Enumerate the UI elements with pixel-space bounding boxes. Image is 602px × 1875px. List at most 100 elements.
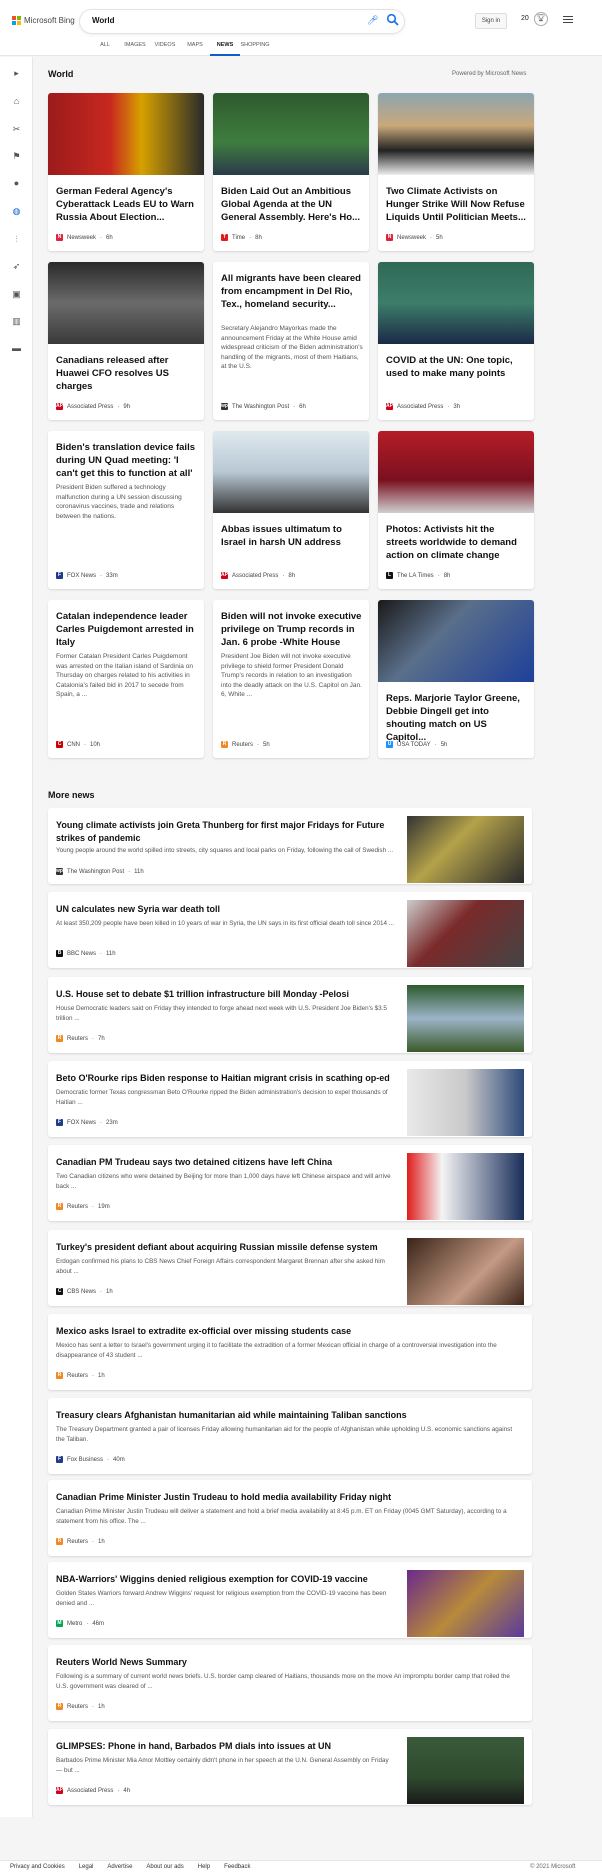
news-card-title[interactable]: Biden's translation device fails during … bbox=[56, 441, 198, 480]
news-card[interactable]: All migrants have been cleared from enca… bbox=[213, 262, 369, 420]
news-card-title[interactable]: Canadians released after Huawei CFO reso… bbox=[56, 354, 198, 393]
news-row-source[interactable]: F Fox Business · 40m bbox=[56, 1456, 125, 1463]
news-row-source[interactable]: R Reuters · 19m bbox=[56, 1203, 110, 1210]
news-row[interactable]: UN calculates new Syria war death toll At… bbox=[48, 892, 532, 968]
news-row-title[interactable]: Beto O'Rourke rips Biden response to Hai… bbox=[56, 1072, 396, 1085]
news-card-title[interactable]: Catalan independence leader Carles Puigd… bbox=[56, 610, 198, 649]
news-card-image[interactable] bbox=[48, 93, 204, 175]
news-row[interactable]: Reuters World News Summary Following is a… bbox=[48, 1645, 532, 1721]
news-row-source[interactable]: AP Associated Press · 4h bbox=[56, 1787, 130, 1794]
flag-icon[interactable]: ⚑ bbox=[10, 150, 23, 163]
news-row-image[interactable] bbox=[407, 1069, 524, 1136]
news-row[interactable]: Canadian Prime Minister Justin Trudeau t… bbox=[48, 1480, 532, 1556]
news-card-source[interactable]: U USA TODAY · 5h bbox=[386, 741, 447, 748]
rewards-points[interactable]: 20 bbox=[521, 15, 529, 22]
news-card-title[interactable]: German Federal Agency's Cyberattack Lead… bbox=[56, 185, 198, 224]
footer-link[interactable]: Advertise bbox=[107, 1864, 132, 1870]
bing-logo[interactable]: Microsoft Bing bbox=[12, 16, 75, 25]
news-card-source[interactable]: N Newsweek · 6h bbox=[56, 234, 113, 241]
news-row-source[interactable]: R Reuters · 1h bbox=[56, 1703, 105, 1710]
news-row-title[interactable]: UN calculates new Syria war death toll bbox=[56, 903, 396, 916]
globe-icon[interactable]: ◍ bbox=[10, 205, 23, 218]
news-card-source[interactable]: R Reuters · 5h bbox=[221, 741, 270, 748]
news-row[interactable]: GLIMPSES: Phone in hand, Barbados PM dia… bbox=[48, 1729, 532, 1805]
news-row-title[interactable]: Young climate activists join Greta Thunb… bbox=[56, 819, 396, 845]
news-row-source[interactable]: F FOX News · 23m bbox=[56, 1119, 118, 1126]
news-row-image[interactable] bbox=[407, 985, 524, 1052]
news-row-source[interactable]: C CBS News · 1h bbox=[56, 1288, 113, 1295]
news-card[interactable]: Two Climate Activists on Hunger Strike W… bbox=[378, 93, 534, 251]
news-row-title[interactable]: Canadian Prime Minister Justin Trudeau t… bbox=[56, 1491, 522, 1504]
home-icon[interactable]: ⌂ bbox=[10, 95, 23, 108]
news-card-source[interactable]: F FOX News · 33m bbox=[56, 572, 118, 579]
footer-link[interactable]: Legal bbox=[79, 1864, 94, 1870]
news-card[interactable]: COVID at the UN: One topic, used to make… bbox=[378, 262, 534, 420]
news-row[interactable]: Canadian PM Trudeau says two detained ci… bbox=[48, 1145, 532, 1221]
news-row-source[interactable]: R Reuters · 1h bbox=[56, 1538, 105, 1545]
news-card-title[interactable]: Biden Laid Out an Ambitious Global Agend… bbox=[221, 185, 363, 224]
news-row-title[interactable]: NBA-Warriors' Wiggins denied religious e… bbox=[56, 1573, 396, 1586]
news-row-title[interactable]: Mexico asks Israel to extradite ex-offic… bbox=[56, 1325, 522, 1338]
news-row-image[interactable] bbox=[407, 900, 524, 967]
news-row[interactable]: NBA-Warriors' Wiggins denied religious e… bbox=[48, 1562, 532, 1638]
search-input[interactable]: World bbox=[92, 16, 115, 25]
sign-in-button[interactable]: Sign in bbox=[475, 13, 507, 29]
expand-arrow-icon[interactable]: ▸ bbox=[10, 67, 23, 80]
news-row-source[interactable]: M Metro · 46m bbox=[56, 1620, 104, 1627]
news-card[interactable]: Photos: Activists hit the streets worldw… bbox=[378, 431, 534, 589]
sports-icon[interactable]: ✂ bbox=[10, 123, 23, 136]
news-card-title[interactable]: Biden will not invoke executive privileg… bbox=[221, 610, 363, 649]
news-card-title[interactable]: Two Climate Activists on Hunger Strike W… bbox=[386, 185, 528, 224]
news-card[interactable]: Biden's translation device fails during … bbox=[48, 431, 204, 589]
news-card-title[interactable]: Reps. Marjorie Taylor Greene, Debbie Din… bbox=[386, 692, 528, 744]
news-card-source[interactable]: AP Associated Press · 9h bbox=[56, 403, 130, 410]
news-row-source[interactable]: R Reuters · 1h bbox=[56, 1372, 105, 1379]
tab-shopping[interactable]: SHOPPING bbox=[240, 42, 270, 56]
news-card-source[interactable]: N Newsweek · 5h bbox=[386, 234, 443, 241]
news-row[interactable]: Young climate activists join Greta Thunb… bbox=[48, 808, 532, 884]
news-row-source[interactable]: wp The Washington Post · 11h bbox=[56, 868, 144, 875]
tab-news[interactable]: NEWS bbox=[210, 42, 240, 56]
news-card[interactable]: Biden Laid Out an Ambitious Global Agend… bbox=[213, 93, 369, 251]
news-row[interactable]: Treasury clears Afghanistan humanitarian… bbox=[48, 1398, 532, 1474]
news-card-image[interactable] bbox=[378, 431, 534, 513]
search-box[interactable]: World 🎤︎ bbox=[80, 10, 404, 33]
news-row-image[interactable] bbox=[407, 1570, 524, 1637]
news-row-title[interactable]: Treasury clears Afghanistan humanitarian… bbox=[56, 1409, 522, 1422]
news-card-title[interactable]: All migrants have been cleared from enca… bbox=[221, 272, 363, 311]
news-card[interactable]: Biden will not invoke executive privileg… bbox=[213, 600, 369, 758]
tab-maps[interactable]: MAPS bbox=[180, 42, 210, 56]
tab-all[interactable]: ALL bbox=[90, 42, 120, 56]
news-card-image[interactable] bbox=[378, 600, 534, 682]
news-card-title[interactable]: Photos: Activists hit the streets worldw… bbox=[386, 523, 528, 562]
chart-icon[interactable]: ⫶ bbox=[10, 233, 23, 246]
search-icon[interactable] bbox=[386, 13, 399, 26]
news-row-image[interactable] bbox=[407, 1737, 524, 1804]
news-card[interactable]: Catalan independence leader Carles Puigd… bbox=[48, 600, 204, 758]
news-row-title[interactable]: GLIMPSES: Phone in hand, Barbados PM dia… bbox=[56, 1740, 396, 1753]
news-card-title[interactable]: Abbas issues ultimatum to Israel in hars… bbox=[221, 523, 363, 549]
tab-videos[interactable]: VIDEOS bbox=[150, 42, 180, 56]
footer-link[interactable]: Privacy and Cookies bbox=[10, 1864, 65, 1870]
rocket-icon[interactable]: ➶ bbox=[10, 260, 23, 273]
footer-link[interactable]: About our ads bbox=[146, 1864, 183, 1870]
news-card-source[interactable]: C CNN · 10h bbox=[56, 741, 100, 748]
news-card-image[interactable] bbox=[378, 93, 534, 175]
news-row-title[interactable]: U.S. House set to debate $1 trillion inf… bbox=[56, 988, 396, 1001]
news-card[interactable]: Canadians released after Huawei CFO reso… bbox=[48, 262, 204, 420]
news-row[interactable]: Beto O'Rourke rips Biden response to Hai… bbox=[48, 1061, 532, 1137]
news-card-title[interactable]: COVID at the UN: One topic, used to make… bbox=[386, 354, 528, 380]
news-row-image[interactable] bbox=[407, 816, 524, 883]
news-row[interactable]: Mexico asks Israel to extradite ex-offic… bbox=[48, 1314, 532, 1390]
news-card[interactable]: German Federal Agency's Cyberattack Lead… bbox=[48, 93, 204, 251]
news-row-title[interactable]: Canadian PM Trudeau says two detained ci… bbox=[56, 1156, 396, 1169]
news-card[interactable]: Reps. Marjorie Taylor Greene, Debbie Din… bbox=[378, 600, 534, 758]
news-card-source[interactable]: wp The Washington Post · 6h bbox=[221, 403, 306, 410]
news-card-image[interactable] bbox=[213, 93, 369, 175]
news-card-source[interactable]: AP Associated Press · 3h bbox=[386, 403, 460, 410]
news-card-source[interactable]: T Time · 8h bbox=[221, 234, 262, 241]
location-icon[interactable]: ● bbox=[10, 177, 23, 190]
news-row[interactable]: Turkey's president defiant about acquiri… bbox=[48, 1230, 532, 1306]
menu-icon[interactable] bbox=[563, 16, 573, 25]
news-card-source[interactable]: L The LA Times · 8h bbox=[386, 572, 450, 579]
